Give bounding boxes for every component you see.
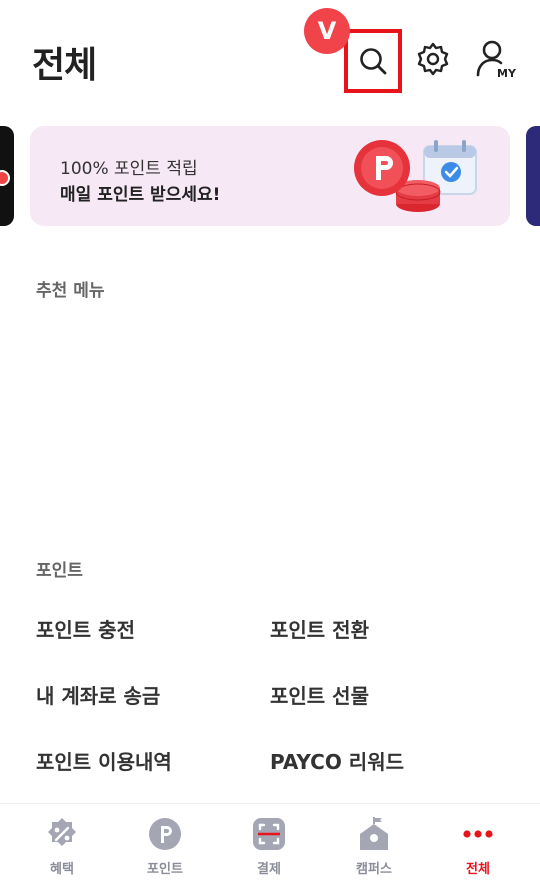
point-coin-icon	[149, 818, 181, 850]
tab-label: 포인트	[147, 862, 183, 877]
tab-label: 캠퍼스	[356, 862, 392, 877]
menu-payco-reward[interactable]: PAYCO 리워드	[270, 746, 404, 775]
search-button[interactable]	[344, 29, 402, 93]
recommended-menu-label: 추천 메뉴	[36, 281, 105, 301]
v-badge: V	[304, 8, 350, 54]
svg-text:MY: MY	[497, 67, 517, 80]
coin-calendar-illustration	[354, 140, 477, 212]
next-banner-peek[interactable]	[526, 126, 540, 226]
percent-badge-icon	[48, 818, 76, 846]
menu-point-history[interactable]: 포인트 이용내역	[36, 746, 172, 775]
settings-button[interactable]	[408, 34, 458, 84]
menu-point-gift[interactable]: 포인트 선물	[270, 680, 369, 709]
my-profile-button[interactable]: MY	[470, 34, 520, 84]
tab-payment[interactable]: 결제	[229, 816, 309, 877]
header: 전체 V MY	[0, 0, 540, 110]
tab-campus[interactable]: 캠퍼스	[334, 816, 414, 877]
menu-point-charge[interactable]: 포인트 충전	[36, 614, 135, 643]
point-section-label: 포인트	[36, 561, 83, 581]
tab-label: 결제	[257, 862, 281, 877]
tab-all[interactable]: 전체	[438, 816, 518, 877]
page-title: 전체	[32, 45, 97, 86]
tab-point[interactable]: 포인트	[125, 816, 205, 877]
point-banner[interactable]: 100% 포인트 적립 매일 포인트 받으세요!	[30, 126, 510, 226]
banner-carousel[interactable]: 100% 포인트 적립 매일 포인트 받으세요!	[0, 126, 540, 226]
menu-send-to-account[interactable]: 내 계좌로 송금	[36, 680, 160, 709]
tab-benefits[interactable]: 혜택	[22, 816, 102, 877]
tab-label: 혜택	[50, 862, 74, 877]
search-icon	[360, 48, 387, 75]
my-profile-icon: MY	[476, 40, 517, 80]
menu-point-convert[interactable]: 포인트 전환	[270, 614, 369, 643]
tab-label: 전체	[466, 862, 490, 877]
gear-icon	[417, 42, 449, 76]
banner-line2: 매일 포인트 받으세요!	[60, 185, 221, 205]
banner-line1: 100% 포인트 적립	[60, 159, 198, 179]
scan-icon	[253, 818, 285, 850]
campus-icon	[360, 817, 388, 850]
prev-banner-peek[interactable]	[0, 126, 14, 226]
more-dots-icon	[463, 830, 493, 838]
bottom-tab-bar: 혜택 포인트 결제 캠퍼스 전체	[0, 803, 540, 880]
